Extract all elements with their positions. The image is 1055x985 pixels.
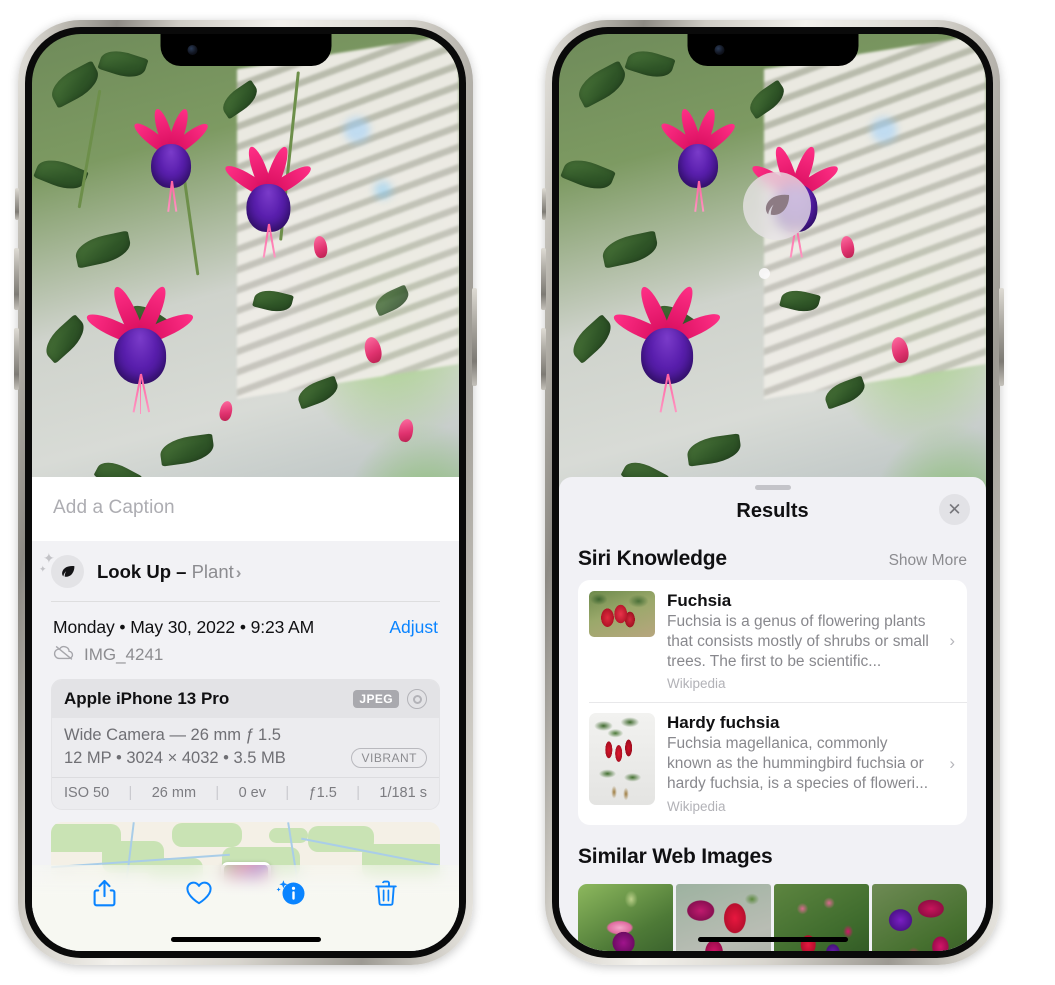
- left-screen: Add a Caption ✦ ✦ Look Up – Plant › Mond…: [32, 34, 459, 951]
- camera-info-card[interactable]: Apple iPhone 13 Pro JPEG Wide Camera — 2…: [51, 679, 440, 810]
- exif-iso: ISO 50: [64, 785, 110, 801]
- section-title: Similar Web Images: [578, 844, 773, 868]
- result-thumbnail: [589, 713, 655, 806]
- visual-lookup-anchor-dot: [758, 267, 770, 279]
- camera-model: Apple iPhone 13 Pro: [64, 689, 230, 708]
- lens-info: Wide Camera — 26 mm ƒ 1.5: [64, 726, 281, 744]
- exif-row: ISO 50 | 26 mm | 0 ev | ƒ1.5 | 1/181 s: [52, 777, 439, 809]
- result-body: Fuchsia Fuchsia is a genus of flowering …: [667, 591, 933, 691]
- chevron-right-icon: ›: [235, 562, 242, 582]
- iphone-right-device: Results ✕ Siri Knowledge Show More Fuchs…: [541, 20, 1004, 965]
- results-title: Results: [736, 500, 809, 522]
- exif-focal: 26 mm: [151, 785, 197, 801]
- siri-knowledge-card: Fuchsia Fuchsia is a genus of flowering …: [578, 580, 967, 825]
- device-notch: [687, 34, 858, 66]
- close-icon[interactable]: ✕: [939, 494, 970, 525]
- power-button[interactable]: [472, 288, 477, 386]
- volume-down-button[interactable]: [14, 328, 19, 390]
- exif-separator: |: [128, 785, 133, 801]
- results-sheet: Results ✕ Siri Knowledge Show More Fuchs…: [559, 477, 986, 951]
- home-indicator[interactable]: [170, 937, 321, 942]
- photo-date: Monday • May 30, 2022 • 9:23 AM: [53, 617, 315, 637]
- device-bezel: Results ✕ Siri Knowledge Show More Fuchs…: [552, 27, 993, 958]
- result-title: Fuchsia: [667, 591, 732, 610]
- visual-lookup-badge[interactable]: [742, 171, 811, 240]
- camera-card-header: Apple iPhone 13 Pro JPEG: [52, 680, 439, 718]
- look-up-kind: Plant: [191, 560, 234, 582]
- exif-separator: |: [285, 785, 290, 801]
- result-description: Fuchsia magellanica, commonly known as t…: [667, 735, 929, 793]
- exif-ev: 0 ev: [238, 785, 267, 801]
- list-item[interactable]: Fuchsia Fuchsia is a genus of flowering …: [578, 580, 967, 702]
- front-camera: [187, 45, 197, 55]
- list-item[interactable]: Hardy fuchsia Fuchsia magellanica, commo…: [578, 702, 967, 824]
- device-bezel: Add a Caption ✦ ✦ Look Up – Plant › Mond…: [25, 27, 466, 958]
- date-row: Monday • May 30, 2022 • 9:23 AM Adjust: [32, 602, 459, 638]
- look-up-row[interactable]: ✦ ✦ Look Up – Plant ›: [32, 541, 459, 602]
- result-description: Fuchsia is a genus of flowering plants t…: [667, 613, 929, 670]
- caption-input[interactable]: Add a Caption: [32, 477, 459, 541]
- info-button[interactable]: [275, 876, 309, 910]
- sparkle-icon: ✦: [43, 550, 55, 566]
- leaf-icon: ✦ ✦: [39, 551, 84, 588]
- chevron-right-icon: ›: [949, 753, 955, 773]
- exif-shutter: 1/181 s: [379, 785, 427, 801]
- right-screen: Results ✕ Siri Knowledge Show More Fuchs…: [559, 34, 986, 951]
- result-source: Wikipedia: [667, 798, 726, 814]
- look-up-title: Look Up: [97, 560, 171, 582]
- silent-switch[interactable]: [15, 188, 19, 220]
- web-image-1[interactable]: [578, 883, 673, 951]
- iphone-left-device: Add a Caption ✦ ✦ Look Up – Plant › Mond…: [14, 20, 477, 965]
- web-image-4[interactable]: [872, 883, 967, 951]
- power-button[interactable]: [999, 288, 1004, 386]
- camera-card-body: Wide Camera — 26 mm ƒ 1.5 12 MP • 3024 ×…: [52, 718, 439, 777]
- result-title: Hardy fuchsia: [667, 713, 780, 733]
- filename: IMG_4241: [84, 645, 164, 664]
- section-title: Siri Knowledge: [578, 547, 727, 570]
- exif-separator: |: [356, 785, 360, 801]
- silent-switch[interactable]: [542, 188, 546, 220]
- screenshot-stage: Add a Caption ✦ ✦ Look Up – Plant › Mond…: [0, 0, 1055, 985]
- share-button[interactable]: [88, 876, 122, 910]
- look-up-dash: –: [176, 560, 187, 582]
- show-more-button[interactable]: Show More: [889, 552, 967, 570]
- look-up-label: Look Up – Plant ›: [97, 561, 241, 583]
- device-notch: [160, 34, 331, 66]
- adjust-button[interactable]: Adjust: [389, 617, 438, 638]
- exif-separator: |: [215, 785, 220, 801]
- delete-button[interactable]: [369, 876, 403, 910]
- cloud-slash-icon: [53, 644, 75, 666]
- aperture-icon: [407, 689, 427, 709]
- similar-web-images-header: Similar Web Images: [559, 825, 986, 873]
- favorite-button[interactable]: [182, 876, 216, 910]
- result-source: Wikipedia: [667, 676, 726, 692]
- result-body: Hardy fuchsia Fuchsia magellanica, commo…: [667, 713, 933, 813]
- results-header: Results ✕: [559, 490, 986, 527]
- style-badge: VIBRANT: [351, 748, 427, 768]
- exif-aperture: ƒ1.5: [308, 785, 337, 801]
- chevron-right-icon: ›: [949, 631, 955, 651]
- sparkle-small-icon: ✦: [39, 564, 47, 574]
- size-info-row: 12 MP • 3024 × 4032 • 3.5 MB VIBRANT: [64, 748, 427, 768]
- result-thumbnail: [589, 591, 655, 637]
- home-indicator[interactable]: [697, 937, 848, 942]
- volume-up-button[interactable]: [541, 248, 546, 310]
- camera-header-badges: JPEG: [353, 689, 427, 709]
- volume-up-button[interactable]: [14, 248, 19, 310]
- siri-knowledge-header: Siri Knowledge Show More: [559, 527, 986, 580]
- front-camera: [714, 45, 724, 55]
- file-row: IMG_4241: [32, 638, 459, 679]
- volume-down-button[interactable]: [541, 328, 546, 390]
- photo-info-sheet: Add a Caption ✦ ✦ Look Up – Plant › Mond…: [32, 477, 459, 951]
- format-badge: JPEG: [353, 690, 399, 708]
- leaf-icon: [765, 194, 789, 215]
- size-info: 12 MP • 3024 × 4032 • 3.5 MB: [64, 748, 286, 767]
